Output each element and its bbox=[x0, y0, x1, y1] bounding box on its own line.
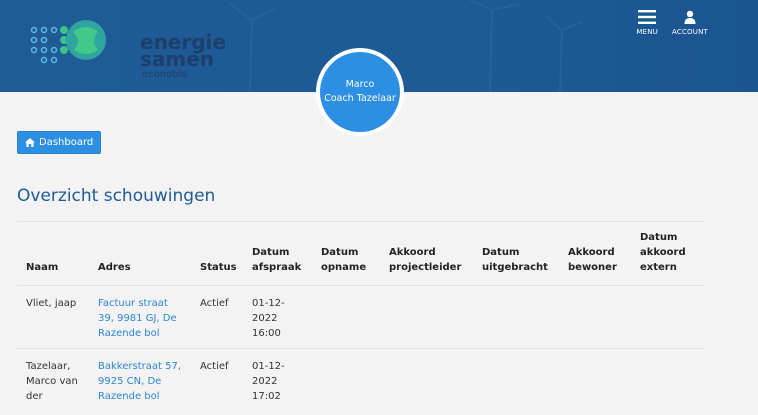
cell-datum-akkoord-extern bbox=[631, 286, 704, 349]
menu-button[interactable]: MENU bbox=[636, 10, 658, 36]
cell-text: 01-12- bbox=[252, 298, 285, 309]
cell-adres: Factuur straat 39, 9981 GJ, De Razende b… bbox=[89, 286, 191, 349]
header-text: Datum bbox=[640, 232, 678, 243]
cell-text: Factuur straat bbox=[98, 298, 168, 309]
column-header-akkoord-bewoner: Akkoord bewoner bbox=[559, 222, 631, 286]
header-text: Datum bbox=[252, 247, 290, 258]
cell-text: Bakkerstraat 57, bbox=[98, 361, 181, 372]
cell-datum-afspraak: 01-12- 2022 16:00 bbox=[243, 286, 312, 349]
cell-text: Razende bol bbox=[98, 328, 160, 339]
cell-status: Actief bbox=[200, 361, 229, 372]
cell-text: 17:02 bbox=[252, 391, 281, 402]
account-button[interactable]: ACCOUNT bbox=[672, 10, 708, 36]
cell-text: 39, 9981 GJ, De bbox=[98, 313, 177, 324]
column-header-status: Status bbox=[191, 222, 243, 286]
cell-status: Actief bbox=[200, 298, 229, 309]
cell-text: 2022 bbox=[252, 376, 278, 387]
cell-naam: Tazelaar, Marco van der bbox=[17, 349, 89, 412]
cell-datum-opname bbox=[312, 349, 380, 412]
coach-avatar: Marco Coach Tazelaar bbox=[316, 48, 404, 136]
cell-naam: Vliet, jaap bbox=[17, 286, 89, 349]
cell-text: Marco van bbox=[26, 376, 78, 387]
header-text: projectleider bbox=[389, 262, 462, 273]
cell-text: 2022 bbox=[252, 313, 278, 324]
cell-text: 16:00 bbox=[252, 328, 281, 339]
top-navigation: MENU ACCOUNT bbox=[636, 10, 708, 36]
column-header-naam: Naam bbox=[17, 222, 89, 286]
hamburger-icon bbox=[638, 10, 657, 24]
header-text: Adres bbox=[98, 262, 131, 273]
header-text: extern bbox=[640, 262, 677, 273]
home-icon bbox=[25, 138, 35, 147]
cell-text: Razende bol bbox=[98, 391, 160, 402]
cell-datum-afspraak: 01-12- 2022 17:02 bbox=[243, 349, 312, 412]
column-header-datum-opname: Datum opname bbox=[312, 222, 380, 286]
cell-text: Tazelaar, bbox=[26, 361, 71, 372]
cell-adres: Bakkerstraat 57, 9925 CN, De Razende bol bbox=[89, 349, 191, 412]
cell-text: der bbox=[26, 391, 43, 402]
cell-text: 9925 CN, De bbox=[98, 376, 162, 387]
cell-akkoord-projectleider bbox=[380, 349, 473, 412]
dashboard-label: Dashboard bbox=[39, 137, 94, 148]
user-icon bbox=[684, 10, 696, 24]
header-text: akkoord bbox=[640, 247, 686, 258]
header-text: uitgebracht bbox=[482, 262, 548, 273]
logo[interactable]: energie samen econobis bbox=[28, 14, 226, 80]
header-text: opname bbox=[321, 262, 367, 273]
cell-datum-uitgebracht bbox=[473, 349, 559, 412]
header-text: Akkoord bbox=[389, 247, 436, 258]
column-header-datum-afspraak: Datum afspraak bbox=[243, 222, 312, 286]
address-link[interactable]: Bakkerstraat 57, 9925 CN, De Razende bol bbox=[98, 361, 181, 402]
header-text: Akkoord bbox=[568, 247, 615, 258]
cell-akkoord-bewoner bbox=[559, 286, 631, 349]
cell-datum-akkoord-extern bbox=[631, 349, 704, 412]
column-header-akkoord-projectleider: Akkoord projectleider bbox=[380, 222, 473, 286]
column-header-adres: Adres bbox=[89, 222, 191, 286]
column-header-datum-akkoord-extern: Datum akkoord extern bbox=[631, 222, 704, 286]
cell-text: Vliet, jaap bbox=[26, 298, 77, 309]
header-text: Status bbox=[200, 262, 237, 273]
column-header-datum-uitgebracht: Datum uitgebracht bbox=[473, 222, 559, 286]
cell-akkoord-projectleider bbox=[380, 286, 473, 349]
cell-text: 01-12- bbox=[252, 361, 285, 372]
header-text: Datum bbox=[482, 247, 520, 258]
header-text: afspraak bbox=[252, 262, 302, 273]
menu-label: MENU bbox=[636, 28, 658, 36]
cell-akkoord-bewoner bbox=[559, 349, 631, 412]
coach-role: Coach Tazelaar bbox=[324, 93, 396, 104]
table-row[interactable]: Tazelaar, Marco van der Bakkerstraat 57,… bbox=[17, 348, 704, 412]
header-text: bewoner bbox=[568, 262, 617, 273]
table-header-row: Naam Adres Status Datum afspraak Datum opn… bbox=[17, 221, 704, 286]
table-row[interactable]: Vliet, jaap Factuur straat 39, 9981 GJ, … bbox=[17, 285, 704, 349]
schouwingen-table: Naam Adres Status Datum afspraak Datum opn… bbox=[17, 221, 704, 412]
cell-datum-uitgebracht bbox=[473, 286, 559, 349]
logo-icon bbox=[30, 20, 106, 64]
header-text: Naam bbox=[26, 262, 59, 273]
coach-name: Marco bbox=[345, 79, 375, 90]
address-link[interactable]: Factuur straat 39, 9981 GJ, De Razende b… bbox=[98, 298, 177, 339]
header-text: Datum bbox=[321, 247, 359, 258]
logo-text-samen: samen bbox=[140, 47, 215, 71]
dashboard-button[interactable]: Dashboard bbox=[17, 131, 102, 154]
cell-datum-opname bbox=[312, 286, 380, 349]
account-label: ACCOUNT bbox=[672, 28, 708, 36]
page-title: Overzicht schouwingen bbox=[17, 186, 216, 206]
